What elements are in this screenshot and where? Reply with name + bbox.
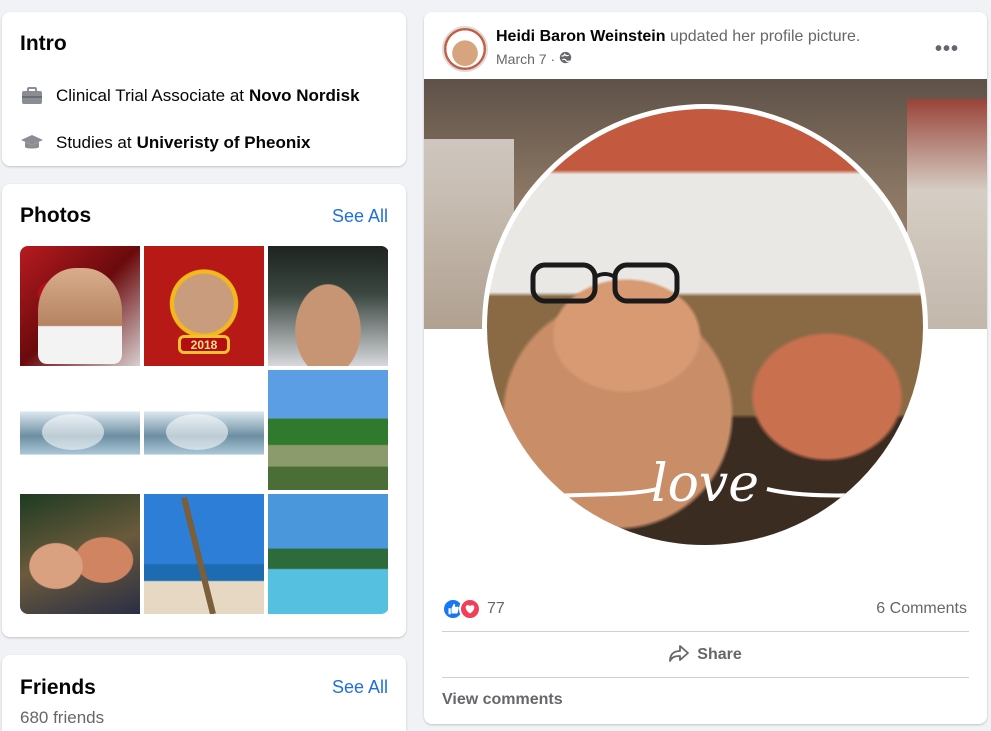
friends-title: Friends (20, 676, 96, 699)
share-button[interactable]: Share (442, 634, 969, 676)
author-avatar[interactable] (442, 26, 488, 72)
profile-picture-circle: love (482, 104, 928, 550)
photo-thumbnail[interactable] (268, 494, 388, 614)
work-prefix: Clinical Trial Associate at (56, 86, 245, 105)
love-overlay-text: love (651, 454, 759, 514)
photos-see-all-link[interactable]: See All (332, 206, 388, 227)
photo-thumbnail[interactable] (144, 494, 264, 614)
education-org-link[interactable]: Univeristy of Pheonix (137, 133, 311, 153)
work-org-link[interactable]: Novo Nordisk (249, 86, 360, 106)
post-date-link[interactable]: March 7 · (496, 51, 555, 67)
photo-thumbnail[interactable] (268, 370, 388, 490)
photo-thumbnail[interactable]: 2018 (144, 246, 264, 366)
photo-thumbnail[interactable] (20, 246, 140, 366)
photo-thumbnail[interactable] (268, 246, 388, 366)
post-meta: March 7 · (496, 51, 572, 67)
author-name-link[interactable]: Heidi Baron Weinstein (496, 28, 666, 45)
divider (442, 631, 969, 632)
briefcase-icon (20, 86, 44, 106)
graduation-cap-icon (20, 133, 44, 153)
post-card: Heidi Baron Weinstein updated her profil… (424, 12, 987, 724)
intro-title: Intro (20, 32, 67, 55)
globe-icon (559, 51, 572, 67)
friends-count: 680 friends (20, 708, 105, 727)
photo-thumbnail[interactable] (144, 370, 264, 490)
share-label: Share (697, 646, 742, 663)
glasses-graphic (530, 262, 680, 304)
share-icon (669, 644, 690, 667)
photos-card: Photos See All 2018 (2, 184, 406, 637)
love-reaction-icon (459, 598, 481, 620)
post-image[interactable]: love (424, 79, 987, 584)
intro-education-row: Studies at Univeristy of Pheonix (20, 133, 310, 153)
love-overlay: love (487, 454, 923, 514)
photo-thumbnail[interactable] (20, 370, 140, 490)
intro-work-row: Clinical Trial Associate at Novo Nordisk (20, 86, 360, 106)
photos-title: Photos (20, 204, 92, 227)
post-action-text: updated her profile picture. (669, 28, 861, 45)
friends-see-all-link[interactable]: See All (332, 677, 388, 698)
view-comments-link[interactable]: View comments (442, 691, 563, 709)
reactions-summary[interactable]: 77 (442, 598, 505, 620)
education-prefix: Studies at (56, 133, 132, 152)
comment-count-link[interactable]: 6 Comments (876, 600, 967, 618)
reaction-count: 77 (487, 600, 505, 617)
photo-grid: 2018 (20, 246, 389, 614)
photo-thumbnail[interactable] (20, 494, 140, 614)
photo-banner-text: 2018 (177, 334, 231, 354)
post-header-text: Heidi Baron Weinstein updated her profil… (496, 28, 860, 46)
divider (442, 677, 969, 678)
friends-card: Friends See All 680 friends (2, 655, 406, 731)
more-options-button[interactable]: ••• (935, 38, 959, 61)
intro-card: Intro Clinical Trial Associate at Novo N… (2, 12, 406, 166)
